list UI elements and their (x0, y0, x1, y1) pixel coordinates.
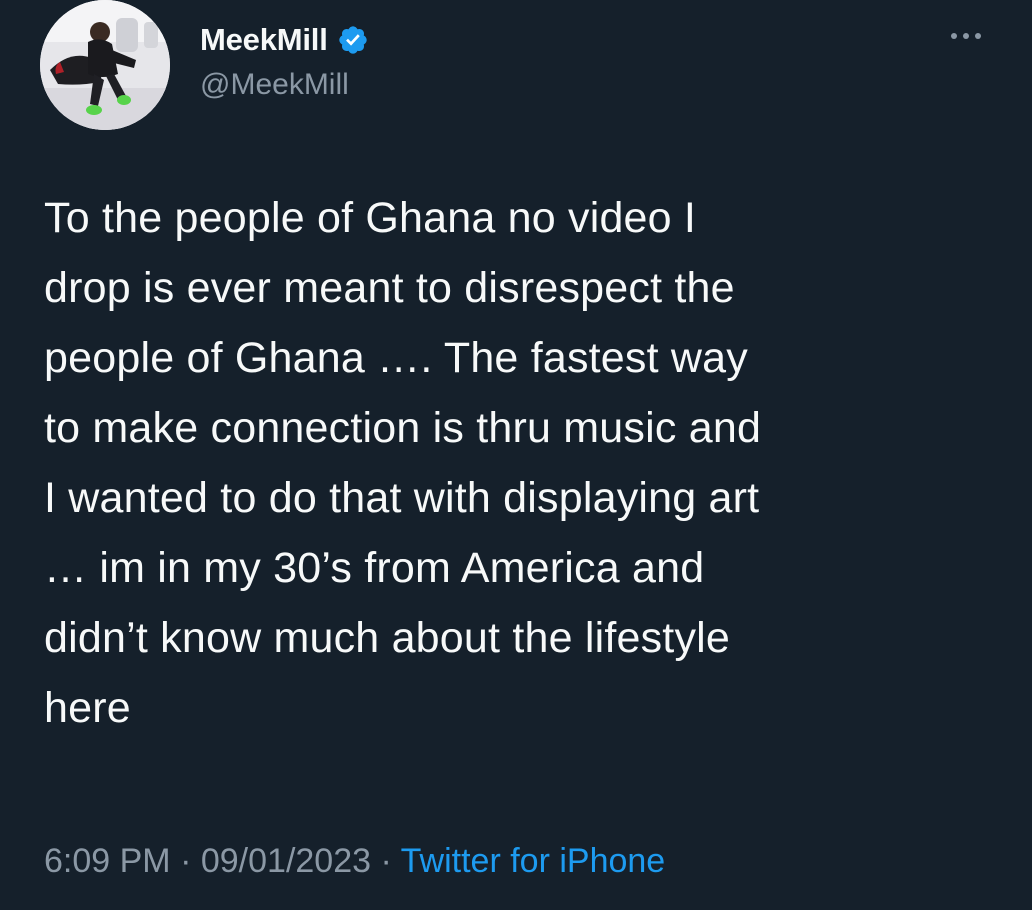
tweet-date[interactable]: 09/01/2023 (201, 842, 371, 880)
meta-separator: · (380, 842, 392, 880)
author-name-row[interactable]: MeekMill (200, 20, 369, 60)
author-handle[interactable]: @MeekMill (200, 68, 349, 102)
more-horizontal-icon[interactable] (946, 24, 986, 48)
tweet-card: MeekMill @MeekMill To the people of Ghan… (0, 0, 1032, 910)
tweet-metadata: 6:09 PM · 09/01/2023 · Twitter for iPhon… (44, 842, 665, 881)
tweet-source-link[interactable]: Twitter for iPhone (401, 842, 666, 880)
tweet-text: To the people of Ghana no video I drop i… (44, 194, 762, 732)
display-name[interactable]: MeekMill (200, 22, 328, 58)
avatar-photo (40, 0, 170, 130)
verified-badge-icon (337, 24, 369, 56)
meta-separator: · (180, 842, 192, 880)
tweet-time[interactable]: 6:09 PM (44, 842, 171, 880)
avatar[interactable] (40, 0, 170, 130)
